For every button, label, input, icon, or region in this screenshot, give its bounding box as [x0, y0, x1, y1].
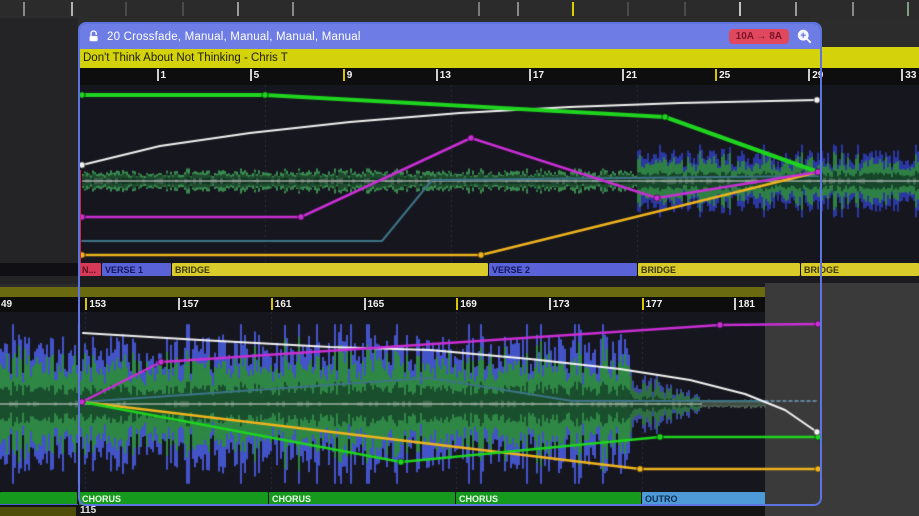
minimap-tick — [852, 2, 854, 16]
minimap-tick — [517, 2, 519, 16]
minimap-tick — [292, 2, 294, 16]
ruler-tick — [808, 69, 810, 81]
next-track-title-sliver — [0, 507, 76, 516]
minimap-tick — [572, 2, 574, 16]
ruler-tick — [157, 69, 159, 81]
minimap-tick — [71, 2, 73, 16]
ruler-label: 153 — [89, 299, 106, 310]
ruler-label: 169 — [460, 299, 477, 310]
minimap-tick — [182, 2, 184, 16]
minimap-tick — [627, 2, 629, 16]
ruler-label: 181 — [738, 299, 755, 310]
section-label[interactable]: BRIDGE — [801, 263, 919, 276]
top-track-canvas[interactable] — [78, 85, 919, 263]
ruler-label: 157 — [182, 299, 199, 310]
minimap-tick — [795, 2, 797, 16]
section-label[interactable]: OUTRO — [642, 492, 765, 505]
track-title: Don't Think About Not Thinking - Chris T — [83, 52, 288, 64]
cue-marker[interactable] — [79, 170, 81, 263]
ruler-tick — [456, 298, 458, 310]
bottom-section-row: CHORUSCHORUSCHORUSOUTRO — [0, 492, 765, 505]
open-lock-icon[interactable] — [87, 30, 100, 43]
ruler-tick — [549, 298, 551, 310]
ruler-tick — [642, 298, 644, 310]
ruler-label: 1 — [161, 70, 167, 81]
minimap-tick — [739, 2, 741, 16]
top-section-row: N...VERSE 1BRIDGEVERSE 2BRIDGEBRIDGE — [0, 263, 919, 276]
section-label[interactable]: CHORUS — [269, 492, 455, 505]
key-transition-badge: 10A → 8A — [729, 29, 789, 44]
ruler-tick — [364, 298, 366, 310]
crossfade-title: 20 Crossfade, Manual, Manual, Manual, Ma… — [107, 31, 361, 43]
track-title-bar[interactable]: Don't Think About Not Thinking - Chris T — [78, 47, 919, 68]
ruler-label: 29 — [812, 70, 823, 81]
ruler-tick — [436, 69, 438, 81]
ruler-tick — [343, 69, 345, 81]
ruler-label: 13 — [440, 70, 451, 81]
ruler-label: 161 — [275, 299, 292, 310]
left-gutter — [0, 18, 78, 284]
ruler-tick — [271, 298, 273, 310]
section-label[interactable]: BRIDGE — [638, 263, 800, 276]
minimap-tick — [684, 2, 686, 16]
ruler-tick — [734, 298, 736, 310]
ruler-label: 17 — [533, 70, 544, 81]
ruler-tick — [85, 298, 87, 310]
crossfade-editor: Don't Think About Not Thinking - Chris T… — [0, 0, 919, 516]
overview-timeline[interactable] — [0, 0, 919, 18]
section-label[interactable]: N... — [79, 263, 101, 276]
minimap-tick — [478, 2, 480, 16]
next-bar-number: 115 — [80, 505, 96, 516]
bottom-bar-ruler[interactable]: 49 153 157 161 165 169 173 177 181 — [0, 297, 765, 312]
section-label[interactable]: CHORUS — [79, 492, 268, 505]
ruler-label: 21 — [626, 70, 637, 81]
ruler-label: 25 — [719, 70, 730, 81]
ruler-label: 49 — [1, 299, 12, 310]
section-label[interactable]: BRIDGE — [172, 263, 488, 276]
ruler-label: 177 — [646, 299, 663, 310]
ruler-label: 33 — [905, 70, 916, 81]
section-label[interactable]: VERSE 2 — [489, 263, 637, 276]
ruler-tick — [901, 69, 903, 81]
section-label[interactable]: VERSE 1 — [102, 263, 171, 276]
zoom-in-icon[interactable] — [796, 28, 813, 45]
ruler-tick — [622, 69, 624, 81]
ruler-tick — [529, 69, 531, 81]
bottom-track-title-bar[interactable] — [0, 287, 765, 297]
adjacent-selection-edge — [0, 504, 78, 505]
crossfade-header[interactable]: 20 Crossfade, Manual, Manual, Manual, Ma… — [80, 24, 820, 49]
minimap-tick — [237, 2, 239, 16]
minimap-tick — [125, 2, 127, 16]
ruler-label: 5 — [254, 70, 260, 81]
minimap-tick — [23, 2, 25, 16]
ruler-label: 173 — [553, 299, 570, 310]
ruler-label: 165 — [368, 299, 385, 310]
section-label[interactable]: CHORUS — [456, 492, 641, 505]
ruler-tick — [178, 298, 180, 310]
minimap-tick — [907, 2, 909, 16]
ruler-label: 9 — [347, 70, 353, 81]
bottom-track-canvas[interactable] — [0, 312, 824, 492]
ruler-tick — [250, 69, 252, 81]
ruler-tick — [715, 69, 717, 81]
bottom-under-strip — [0, 505, 765, 516]
top-bar-ruler[interactable]: 1 5 9 13 17 21 25 29 33 — [78, 68, 919, 85]
